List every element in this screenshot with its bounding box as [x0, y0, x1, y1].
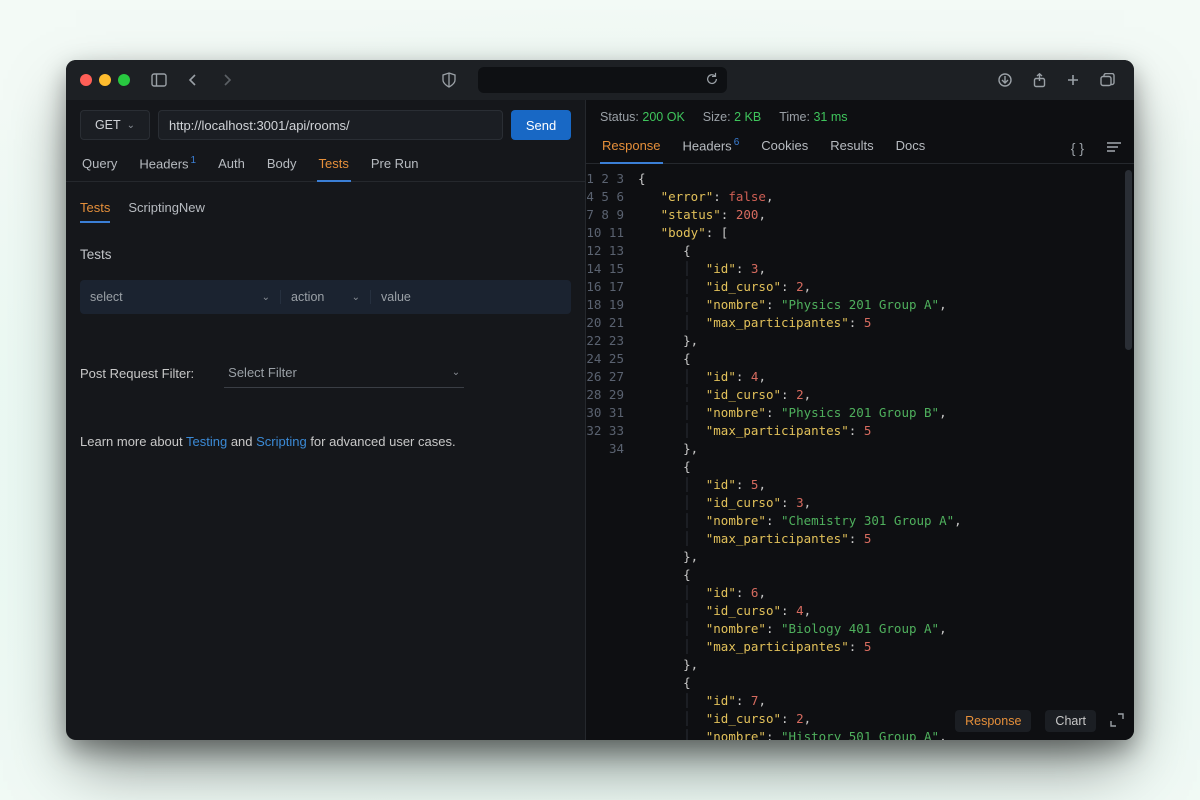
- download-icon[interactable]: [992, 68, 1018, 92]
- tab-body[interactable]: Body: [265, 150, 299, 181]
- response-tabs: Response Headers6 Cookies Results Docs { }: [586, 130, 1134, 164]
- chevron-down-icon: ⌄: [452, 367, 460, 378]
- new-tab-icon[interactable]: [1060, 68, 1086, 92]
- app-window: GET ⌄ Send Query Headers1 Auth Body Tests Pre…: [66, 60, 1134, 740]
- tab-query[interactable]: Query: [80, 150, 119, 181]
- response-view-switch: Response Chart: [955, 710, 1124, 732]
- testing-link[interactable]: Testing: [186, 434, 227, 449]
- size-value: 2 KB: [734, 110, 761, 124]
- tab-headers[interactable]: Headers1: [137, 149, 198, 181]
- method-select[interactable]: GET ⌄: [80, 110, 150, 140]
- request-tabs: Query Headers1 Auth Body Tests Pre Run: [66, 148, 585, 182]
- subtab-scripting[interactable]: ScriptingNew: [128, 196, 205, 223]
- subtab-tests[interactable]: Tests: [80, 196, 110, 223]
- learn-more-text: Learn more about Testing and Scripting f…: [80, 434, 571, 449]
- status-value: 200 OK: [642, 110, 684, 124]
- line-gutter: 1 2 3 4 5 6 7 8 9 10 11 12 13 14 15 16 1…: [586, 164, 632, 740]
- post-filter-label: Post Request Filter:: [80, 366, 194, 381]
- chevron-down-icon: ⌄: [127, 120, 135, 131]
- tabs-icon[interactable]: [1094, 68, 1120, 92]
- share-icon[interactable]: [1026, 68, 1052, 92]
- tab-response[interactable]: Response: [600, 132, 663, 163]
- code-lines: { "error": false, "status": 200, "body":…: [632, 164, 1134, 740]
- send-button[interactable]: Send: [511, 110, 571, 140]
- chevron-down-icon: ⌄: [262, 292, 270, 303]
- view-response-tab[interactable]: Response: [955, 710, 1031, 732]
- titlebar: [66, 60, 1134, 100]
- nav-back-icon[interactable]: [180, 68, 206, 92]
- scripting-link[interactable]: Scripting: [256, 434, 307, 449]
- nav-forward-icon[interactable]: [214, 68, 240, 92]
- assert-value-cell[interactable]: value: [371, 290, 571, 304]
- assertion-row: select ⌄ action ⌄ value: [80, 280, 571, 314]
- tests-section-title: Tests: [80, 243, 571, 262]
- post-filter-select[interactable]: Select Filter ⌄: [224, 358, 464, 388]
- time-value: 31 ms: [813, 110, 847, 124]
- tab-pre-run[interactable]: Pre Run: [369, 150, 421, 181]
- view-chart-tab[interactable]: Chart: [1045, 710, 1096, 732]
- tests-subtabs: Tests ScriptingNew: [80, 192, 571, 225]
- minimize-window-button[interactable]: [99, 74, 111, 86]
- close-window-button[interactable]: [80, 74, 92, 86]
- assert-select-cell[interactable]: select ⌄: [80, 290, 281, 304]
- request-row: GET ⌄ Send: [66, 100, 585, 148]
- sidebar-toggle-icon[interactable]: [146, 68, 172, 92]
- main-split: GET ⌄ Send Query Headers1 Auth Body Tests Pre…: [66, 100, 1134, 740]
- tab-docs[interactable]: Docs: [894, 132, 928, 163]
- chevron-down-icon: ⌄: [352, 292, 360, 303]
- tests-panel: Tests ScriptingNew Tests select ⌄ action …: [66, 182, 585, 459]
- response-body[interactable]: 1 2 3 4 5 6 7 8 9 10 11 12 13 14 15 16 1…: [586, 164, 1134, 740]
- response-menu-icon[interactable]: [1104, 140, 1124, 156]
- reload-icon[interactable]: [705, 72, 719, 89]
- maximize-window-button[interactable]: [118, 74, 130, 86]
- browser-url-bar[interactable]: [478, 67, 727, 93]
- tab-cookies[interactable]: Cookies: [759, 132, 810, 163]
- response-status-line: Status: 200 OK Size: 2 KB Time: 31 ms: [586, 100, 1134, 130]
- scrollbar[interactable]: [1125, 170, 1132, 350]
- post-request-filter-row: Post Request Filter: Select Filter ⌄: [80, 358, 571, 388]
- assert-action-cell[interactable]: action ⌄: [281, 290, 371, 304]
- expand-icon[interactable]: [1110, 713, 1124, 730]
- left-panel: GET ⌄ Send Query Headers1 Auth Body Tests Pre…: [66, 100, 586, 740]
- tab-results[interactable]: Results: [828, 132, 875, 163]
- window-controls: [80, 74, 130, 86]
- right-panel: Status: 200 OK Size: 2 KB Time: 31 ms Re…: [586, 100, 1134, 740]
- tab-tests[interactable]: Tests: [317, 150, 351, 181]
- tab-headers[interactable]: Headers6: [681, 131, 742, 163]
- format-json-icon[interactable]: { }: [1069, 140, 1086, 156]
- shield-icon[interactable]: [436, 68, 462, 92]
- method-label: GET: [95, 118, 121, 132]
- request-url-input[interactable]: [158, 110, 503, 140]
- tab-auth[interactable]: Auth: [216, 150, 247, 181]
